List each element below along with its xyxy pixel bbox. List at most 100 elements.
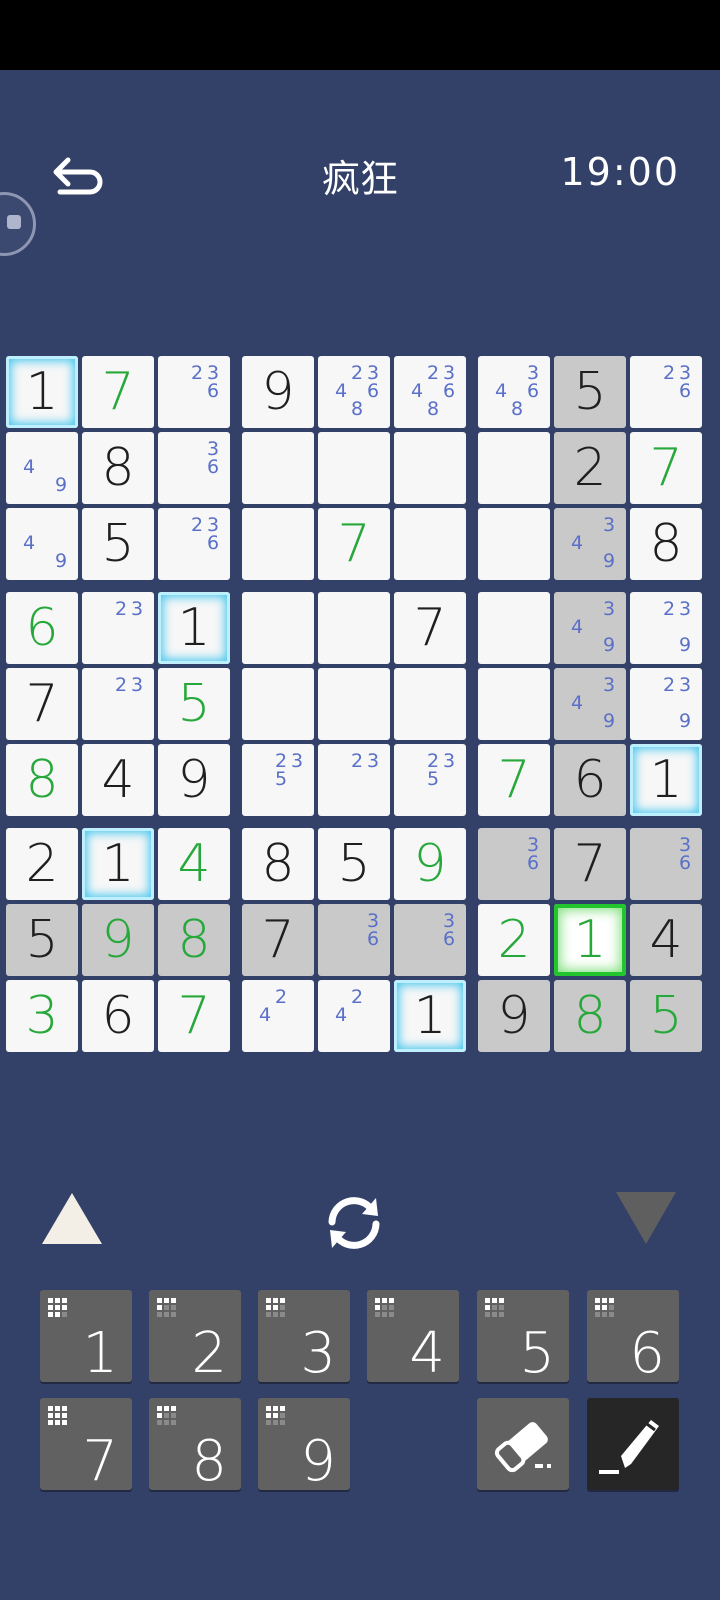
pencil-button[interactable] bbox=[587, 1398, 679, 1490]
cell-r5c6[interactable] bbox=[394, 668, 466, 740]
cell-r6c9[interactable]: 1 bbox=[630, 744, 702, 816]
number-key-9[interactable]: 9 bbox=[258, 1398, 350, 1494]
cell-r4c5[interactable] bbox=[318, 592, 390, 664]
cell-r4c8[interactable]: 349 bbox=[554, 592, 626, 664]
cell-r6c3[interactable]: 9 bbox=[158, 744, 230, 816]
cell-r2c8[interactable]: 2 bbox=[554, 432, 626, 504]
cell-r9c5[interactable]: 24 bbox=[318, 980, 390, 1052]
cell-r9c9[interactable]: 5 bbox=[630, 980, 702, 1052]
cell-r5c7[interactable] bbox=[478, 668, 550, 740]
cell-r8c8[interactable]: 1 bbox=[554, 904, 626, 976]
number-key-4[interactable]: 4 bbox=[367, 1290, 459, 1386]
cell-r7c9[interactable]: 36 bbox=[630, 828, 702, 900]
cell-r2c4[interactable] bbox=[242, 432, 314, 504]
swap-button[interactable] bbox=[320, 1192, 388, 1258]
cell-r3c5[interactable]: 7 bbox=[318, 508, 390, 580]
cell-r4c3[interactable]: 1 bbox=[158, 592, 230, 664]
cell-r7c7[interactable]: 36 bbox=[478, 828, 550, 900]
cell-r2c3[interactable]: 36 bbox=[158, 432, 230, 504]
number-key-3[interactable]: 3 bbox=[258, 1290, 350, 1386]
cell-value: 4 bbox=[177, 834, 211, 894]
cell-r1c4[interactable]: 9 bbox=[242, 356, 314, 428]
cell-r5c1[interactable]: 7 bbox=[6, 668, 78, 740]
cell-r8c2[interactable]: 9 bbox=[82, 904, 154, 976]
cell-r3c8[interactable]: 349 bbox=[554, 508, 626, 580]
cell-r8c9[interactable]: 4 bbox=[630, 904, 702, 976]
cell-r8c4[interactable]: 7 bbox=[242, 904, 314, 976]
cell-r6c1[interactable]: 8 bbox=[6, 744, 78, 816]
cell-r3c7[interactable] bbox=[478, 508, 550, 580]
cell-r9c4[interactable]: 24 bbox=[242, 980, 314, 1052]
cell-r9c7[interactable]: 9 bbox=[478, 980, 550, 1052]
cell-r4c4[interactable] bbox=[242, 592, 314, 664]
cell-r3c9[interactable]: 8 bbox=[630, 508, 702, 580]
cell-r6c2[interactable]: 4 bbox=[82, 744, 154, 816]
cell-r3c3[interactable]: 236 bbox=[158, 508, 230, 580]
cell-r9c1[interactable]: 3 bbox=[6, 980, 78, 1052]
cell-r1c6[interactable]: 23468 bbox=[394, 356, 466, 428]
number-key-1[interactable]: 1 bbox=[40, 1290, 132, 1386]
cell-r1c3[interactable]: 236 bbox=[158, 356, 230, 428]
cell-r7c8[interactable]: 7 bbox=[554, 828, 626, 900]
cell-r7c6[interactable]: 9 bbox=[394, 828, 466, 900]
cell-r6c6[interactable]: 235 bbox=[394, 744, 466, 816]
cell-r1c8[interactable]: 5 bbox=[554, 356, 626, 428]
cell-r1c5[interactable]: 23468 bbox=[318, 356, 390, 428]
cell-r8c5[interactable]: 36 bbox=[318, 904, 390, 976]
cell-r7c2[interactable]: 1 bbox=[82, 828, 154, 900]
cell-r6c5[interactable]: 23 bbox=[318, 744, 390, 816]
cell-r8c3[interactable]: 8 bbox=[158, 904, 230, 976]
cell-r5c9[interactable]: 239 bbox=[630, 668, 702, 740]
pencil-note: 3 bbox=[678, 674, 692, 696]
cell-r1c9[interactable]: 236 bbox=[630, 356, 702, 428]
cell-r4c2[interactable]: 23 bbox=[82, 592, 154, 664]
cell-r5c4[interactable] bbox=[242, 668, 314, 740]
cell-r9c6[interactable]: 1 bbox=[394, 980, 466, 1052]
cell-r4c7[interactable] bbox=[478, 592, 550, 664]
cell-value: 5 bbox=[337, 834, 371, 894]
number-key-6[interactable]: 6 bbox=[587, 1290, 679, 1386]
cell-r3c2[interactable]: 5 bbox=[82, 508, 154, 580]
cell-r5c5[interactable] bbox=[318, 668, 390, 740]
cell-r6c7[interactable]: 7 bbox=[478, 744, 550, 816]
cell-r4c1[interactable]: 6 bbox=[6, 592, 78, 664]
cell-r3c1[interactable]: 49 bbox=[6, 508, 78, 580]
cell-r9c8[interactable]: 8 bbox=[554, 980, 626, 1052]
number-key-8[interactable]: 8 bbox=[149, 1398, 241, 1494]
cell-r2c6[interactable] bbox=[394, 432, 466, 504]
cell-r7c4[interactable]: 8 bbox=[242, 828, 314, 900]
cell-r3c4[interactable] bbox=[242, 508, 314, 580]
cell-r5c2[interactable]: 23 bbox=[82, 668, 154, 740]
cell-r8c1[interactable]: 5 bbox=[6, 904, 78, 976]
cell-r5c3[interactable]: 5 bbox=[158, 668, 230, 740]
cell-r7c5[interactable]: 5 bbox=[318, 828, 390, 900]
cell-r2c5[interactable] bbox=[318, 432, 390, 504]
number-key-5[interactable]: 5 bbox=[477, 1290, 569, 1386]
move-up-button[interactable] bbox=[40, 1190, 104, 1250]
cell-r6c4[interactable]: 235 bbox=[242, 744, 314, 816]
cell-r9c3[interactable]: 7 bbox=[158, 980, 230, 1052]
cell-r1c2[interactable]: 7 bbox=[82, 356, 154, 428]
cell-r3c6[interactable] bbox=[394, 508, 466, 580]
cell-r2c9[interactable]: 7 bbox=[630, 432, 702, 504]
cell-value: 9 bbox=[101, 910, 135, 970]
move-down-button[interactable] bbox=[614, 1190, 678, 1250]
cell-r2c2[interactable]: 8 bbox=[82, 432, 154, 504]
cell-r7c1[interactable]: 2 bbox=[6, 828, 78, 900]
erase-button[interactable] bbox=[477, 1398, 569, 1490]
cell-r1c1[interactable]: 1 bbox=[6, 356, 78, 428]
cell-r8c7[interactable]: 2 bbox=[478, 904, 550, 976]
cell-r2c7[interactable] bbox=[478, 432, 550, 504]
number-key-7[interactable]: 7 bbox=[40, 1398, 132, 1494]
cell-r2c1[interactable]: 49 bbox=[6, 432, 78, 504]
key-label: 5 bbox=[519, 1321, 555, 1386]
cell-r4c6[interactable]: 7 bbox=[394, 592, 466, 664]
cell-r6c8[interactable]: 6 bbox=[554, 744, 626, 816]
cell-r4c9[interactable]: 239 bbox=[630, 592, 702, 664]
cell-r8c6[interactable]: 36 bbox=[394, 904, 466, 976]
number-key-2[interactable]: 2 bbox=[149, 1290, 241, 1386]
cell-r9c2[interactable]: 6 bbox=[82, 980, 154, 1052]
cell-r7c3[interactable]: 4 bbox=[158, 828, 230, 900]
cell-r1c7[interactable]: 3468 bbox=[478, 356, 550, 428]
cell-r5c8[interactable]: 349 bbox=[554, 668, 626, 740]
